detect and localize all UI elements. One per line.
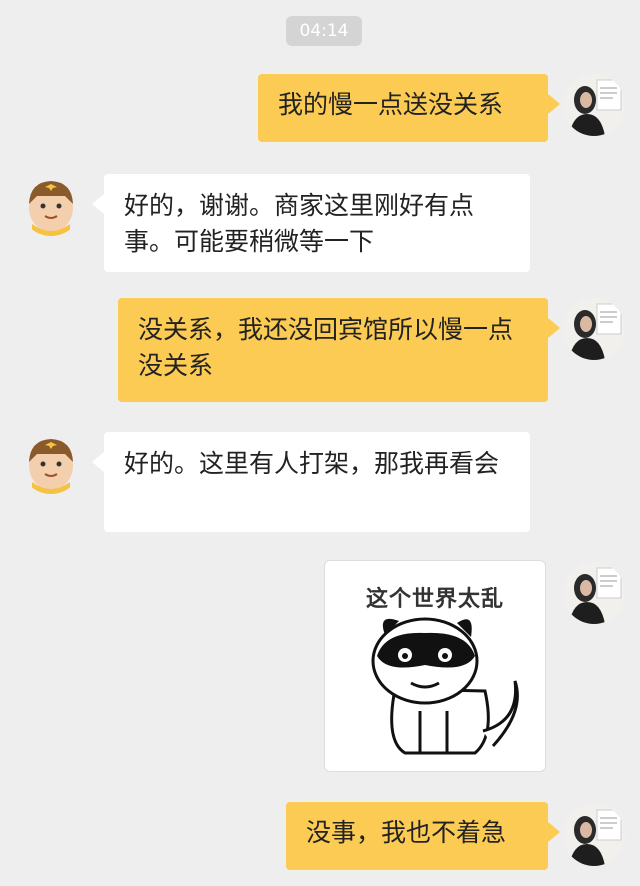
message-bubble-incoming[interactable]: 好的，谢谢。商家这里刚好有点事。可能要稍微等一下 <box>92 174 530 272</box>
user-avatar[interactable] <box>563 804 625 866</box>
message-bubble-incoming[interactable]: 好的。这里有人打架，那我再看会 <box>92 432 530 532</box>
user-avatar[interactable] <box>563 74 625 136</box>
message-bubble-outgoing[interactable]: 没事，我也不着急 <box>286 802 560 870</box>
message-bubble-outgoing[interactable]: 没关系，我还没回宾馆所以慢一点没关系 <box>118 298 560 402</box>
sticker-message[interactable]: 这个世界太乱 <box>324 560 546 772</box>
user-avatar[interactable] <box>563 562 625 624</box>
courier-avatar[interactable] <box>20 174 82 236</box>
timestamp: 04:14 <box>286 16 362 46</box>
message-bubble-outgoing[interactable]: 我的慢一点送没关系 <box>258 74 560 142</box>
raccoon-cat-sticker-icon <box>371 617 519 755</box>
courier-avatar[interactable] <box>20 432 82 494</box>
user-avatar[interactable] <box>563 298 625 360</box>
